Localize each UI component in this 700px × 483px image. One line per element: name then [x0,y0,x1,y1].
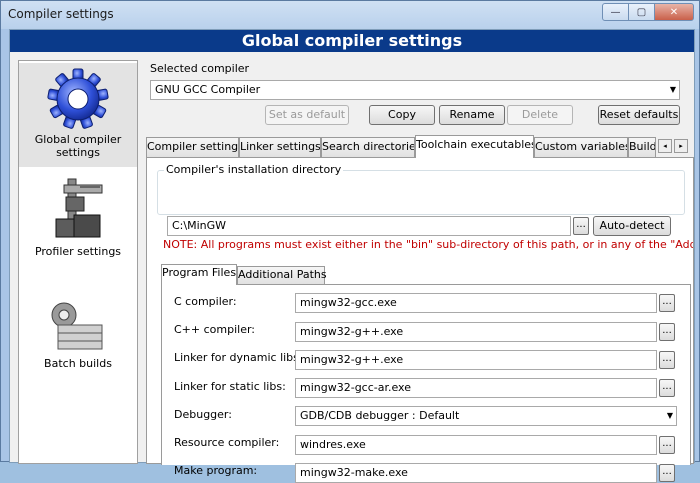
gear-icon [47,68,109,129]
cpp-compiler-browse-button[interactable]: ... [659,323,675,341]
copy-button[interactable]: Copy [369,105,435,125]
title-bar[interactable]: Compiler settings — ▢ ✕ [1,1,700,29]
linker-dynamic-label: Linker for dynamic libs: [174,351,303,364]
installation-directory-title: Compiler's installation directory [164,163,344,176]
resource-compiler-browse-button[interactable]: ... [659,436,675,454]
sidebar-label-line1: Global compiler [34,133,122,146]
compiler-select[interactable]: GNU GCC Compiler ▼ [150,80,680,100]
reset-defaults-button[interactable]: Reset defaults [598,105,680,125]
linker-static-label: Linker for static libs: [174,380,286,393]
sidebar-label-line2: settings [56,146,100,159]
tab-build[interactable]: Build [628,137,656,157]
window-title: Compiler settings [8,7,114,21]
selected-compiler-label: Selected compiler [150,62,250,75]
sidebar-item-profiler[interactable]: Profiler settings [19,173,137,267]
program-files-pane: C compiler: mingw32-gcc.exe ... C++ comp… [161,284,691,483]
linker-static-input[interactable]: mingw32-gcc-ar.exe [295,378,657,398]
installation-directory-input[interactable]: C:\MinGW [167,216,571,236]
delete-button[interactable]: Delete [507,105,573,125]
compiler-select-value: GNU GCC Compiler [155,83,261,96]
tab-toolchain-executables[interactable]: Toolchain executables [415,135,534,158]
tab-scroll-right-icon[interactable]: ▸ [674,139,688,153]
tab-compiler-settings[interactable]: Compiler settings [146,137,239,157]
page-title: Global compiler settings [10,30,694,52]
set-as-default-button[interactable]: Set as default [265,105,349,125]
browse-directory-button[interactable]: ... [573,217,589,235]
resource-compiler-input[interactable]: windres.exe [295,435,657,455]
sidebar-item-batch-builds[interactable]: Batch builds [19,293,137,383]
c-compiler-label: C compiler: [174,295,237,308]
install-note: NOTE: All programs must exist either in … [163,238,693,251]
debugger-label: Debugger: [174,408,232,421]
sidebar-item-label: Batch builds [44,357,112,370]
dialog-client: Global compiler settings Global compiler… [9,29,695,483]
make-program-input[interactable]: mingw32-make.exe [295,463,657,483]
sidebar-item-global-compiler[interactable]: Global compiler settings [19,63,137,167]
close-button[interactable]: ✕ [654,3,694,21]
rename-button[interactable]: Rename [439,105,505,125]
caliper-icon [55,178,103,238]
stack-icon [51,302,103,350]
cpp-compiler-label: C++ compiler: [174,323,256,336]
chevron-down-icon: ▼ [666,411,673,420]
make-program-browse-button[interactable]: ... [659,464,675,482]
maximize-button[interactable]: ▢ [628,3,655,21]
linker-dynamic-browse-button[interactable]: ... [659,351,675,369]
tab-search-directories[interactable]: Search directories [321,137,415,157]
tab-additional-paths[interactable]: Additional Paths [237,266,327,284]
c-compiler-input[interactable]: mingw32-gcc.exe [295,293,657,313]
resource-compiler-label: Resource compiler: [174,436,280,449]
c-compiler-browse-button[interactable]: ... [659,294,675,312]
cpp-compiler-input[interactable]: mingw32-g++.exe [295,322,657,342]
linker-static-browse-button[interactable]: ... [659,379,675,397]
settings-sidebar: Global compiler settings Profiler settin… [18,60,138,464]
compiler-settings-window: Compiler settings — ▢ ✕ Global compiler … [0,0,700,483]
toolchain-executables-pane: Compiler's installation directory C:\Min… [146,157,694,483]
debugger-select[interactable]: GDB/CDB debugger : Default ▼ [295,406,677,426]
installation-directory-group: Compiler's installation directory [157,163,685,215]
linker-dynamic-input[interactable]: mingw32-g++.exe [295,350,657,370]
sidebar-item-label: Global compiler settings [19,133,137,159]
sidebar-item-label: Profiler settings [34,245,122,258]
chevron-down-icon: ▼ [669,85,676,94]
debugger-select-value: GDB/CDB debugger : Default [300,409,460,422]
tab-linker-settings[interactable]: Linker settings [239,137,321,157]
tab-custom-variables[interactable]: Custom variables [534,137,628,157]
tab-program-files[interactable]: Program Files [161,264,237,285]
minimize-button[interactable]: — [602,3,629,21]
tab-scroll-left-icon[interactable]: ◂ [658,139,672,153]
auto-detect-button[interactable]: Auto-detect [593,216,671,236]
make-program-label: Make program: [174,464,258,477]
